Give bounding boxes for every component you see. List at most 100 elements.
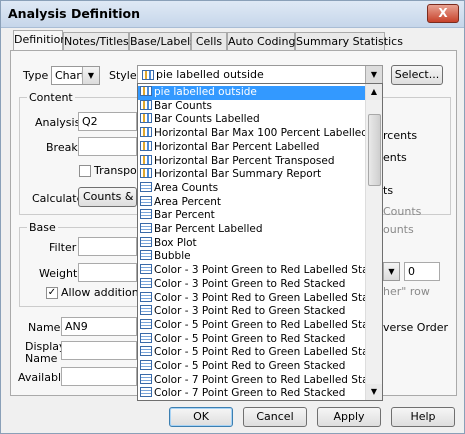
style-list-item[interactable]: Bar Counts (138, 99, 367, 114)
table-icon (140, 236, 152, 247)
analysis-label: Analysis (35, 116, 81, 129)
type-select[interactable]: Chart ▼ (51, 66, 100, 85)
style-dropdown-list[interactable]: pie labelled outside Bar Counts Bar Counts… (137, 83, 383, 401)
table-icon (140, 195, 152, 206)
chart-icon (140, 127, 152, 138)
style-list-item-label: Bar Percent Labelled (154, 223, 263, 235)
table-icon (140, 181, 152, 192)
chevron-down-icon: ▼ (82, 67, 99, 84)
other-row-label: her" row (383, 285, 430, 298)
scroll-down-icon[interactable]: ▼ (366, 384, 382, 400)
style-list-item-label: Color - 5 Point Green to Red Stacked (154, 332, 346, 345)
weight-label: Weight (39, 267, 78, 280)
style-list-item-label: Area Percent (154, 195, 222, 208)
break-field[interactable] (78, 137, 137, 156)
name-field[interactable]: AN9 (61, 317, 137, 336)
style-list-item-label: Color - 5 Point Green to Red Labelled St… (154, 318, 367, 331)
chart-icon (140, 86, 152, 96)
other-row-select[interactable]: ▼ (383, 262, 400, 281)
table-icon (140, 277, 152, 288)
style-list-item[interactable]: Area Percent (138, 195, 367, 210)
available-field[interactable] (61, 367, 137, 386)
dropdown-scrollbar[interactable]: ▲ ▼ (365, 84, 382, 400)
type-label: Type (23, 69, 49, 82)
tab-notes-titles[interactable]: Notes/Titles (63, 32, 129, 50)
style-list-item[interactable]: Horizontal Bar Percent Labelled (138, 140, 367, 155)
table-icon (140, 318, 152, 329)
chart-icon (140, 140, 152, 151)
tab-definition[interactable]: Definition (13, 30, 67, 51)
tab-cells[interactable]: Cells (191, 32, 227, 50)
tab-summary-statistics[interactable]: Summary Statistics (295, 32, 403, 50)
transposed-checkbox[interactable] (79, 165, 91, 177)
chart-icon (140, 154, 152, 165)
chevron-down-icon: ▼ (383, 263, 399, 280)
table-icon (140, 332, 152, 343)
style-list-item[interactable]: Horizontal Bar Summary Report (138, 168, 367, 182)
close-button[interactable]: X (427, 4, 459, 23)
style-list-item[interactable]: Horizontal Bar Max 100 Percent Labelled … (138, 127, 367, 141)
filter-field[interactable] (78, 237, 137, 256)
style-list-item-label: Horizontal Bar Summary Report (154, 168, 322, 181)
style-list-item-label: Color - 3 Point Green to Red Labelled St… (154, 264, 367, 277)
style-list-item-label: Area Counts (154, 181, 219, 194)
right-option-2: ents (383, 151, 407, 164)
style-list-item[interactable]: Color - 5 Point Green to Red Labelled St… (138, 318, 367, 333)
style-list-item-label: Bar Counts (154, 99, 212, 112)
style-list-item[interactable]: Color - 3 Point Green to Red Stacked (138, 277, 367, 292)
style-list-item[interactable]: Bubble (138, 250, 367, 264)
style-list-item-label: Horizontal Bar Percent Transposed (154, 154, 335, 167)
select-button[interactable]: Select... (391, 65, 443, 85)
base-group-label: Base (27, 221, 58, 234)
calculate-label: Calculate (32, 192, 84, 205)
style-list-item[interactable]: Bar Percent Labelled (138, 223, 367, 237)
style-list-item[interactable]: Color - 3 Point Red to Green Stacked (138, 305, 367, 319)
help-button[interactable]: Help (391, 407, 455, 427)
tab-base-labels[interactable]: Base/Labels (129, 32, 196, 50)
scroll-up-icon[interactable]: ▲ (366, 84, 382, 100)
cancel-button[interactable]: Cancel (243, 407, 307, 427)
title-bar: Analysis Definition X (1, 1, 464, 28)
style-list-item-label: Bar Percent (154, 209, 215, 222)
style-list-item-label: Bubble (154, 250, 191, 263)
style-list-item-label: Color - 7 Point Green to Red Labelled St… (154, 373, 367, 386)
weight-field[interactable] (78, 263, 137, 282)
style-list-item-label: Box Plot (154, 236, 197, 249)
style-list-item[interactable]: Bar Counts Labelled (138, 113, 367, 127)
display-name-label: Display Name (25, 340, 66, 365)
analysis-field[interactable]: Q2 (78, 112, 137, 131)
style-list-item[interactable]: Color - 3 Point Green to Red Labelled St… (138, 264, 367, 278)
calculate-select[interactable]: Counts & Per (78, 187, 137, 207)
style-list-item[interactable]: Color - 3 Point Red to Green Labelled St… (138, 291, 367, 306)
ok-button[interactable]: OK (169, 407, 233, 427)
type-value: Chart (55, 69, 86, 82)
tab-auto-coding[interactable]: Auto Coding (227, 32, 295, 50)
table-icon (140, 387, 152, 398)
scroll-thumb[interactable] (368, 114, 381, 186)
chart-icon (142, 70, 154, 80)
break-label: Break (46, 141, 78, 154)
table-icon (140, 209, 152, 220)
display-name-field[interactable] (61, 341, 137, 360)
style-list-item[interactable]: Color - 5 Point Red to Green Labelled St… (138, 346, 367, 360)
style-list-item[interactable]: Color - 5 Point Red to Green Stacked (138, 360, 367, 374)
style-list-item-label: Color - 3 Point Green to Red Stacked (154, 277, 346, 290)
other-row-spin[interactable]: 0 (404, 262, 440, 281)
style-list-item[interactable]: Bar Percent (138, 209, 367, 223)
style-list-item[interactable]: Area Counts (138, 181, 367, 196)
reverse-order-label: verse Order (383, 321, 449, 334)
style-list-item[interactable]: pie labelled outside (138, 86, 367, 100)
chart-icon (140, 99, 152, 110)
apply-button[interactable]: Apply (317, 407, 381, 427)
table-icon (140, 223, 152, 233)
allow-additional-checkbox[interactable]: ✓ (46, 287, 58, 299)
style-list-item[interactable]: Color - 7 Point Green to Red Stacked (138, 387, 367, 400)
table-icon (140, 264, 152, 275)
style-list-item[interactable]: Horizontal Bar Percent Transposed (138, 154, 367, 169)
table-icon (140, 291, 152, 302)
style-select[interactable]: pie labelled outside ▼ (137, 65, 383, 85)
style-list-item[interactable]: Color - 5 Point Green to Red Stacked (138, 332, 367, 347)
style-list-item[interactable]: Box Plot (138, 236, 367, 251)
style-list-item-label: Horizontal Bar Percent Labelled (154, 140, 320, 153)
style-list-item[interactable]: Color - 7 Point Green to Red Labelled St… (138, 373, 367, 388)
